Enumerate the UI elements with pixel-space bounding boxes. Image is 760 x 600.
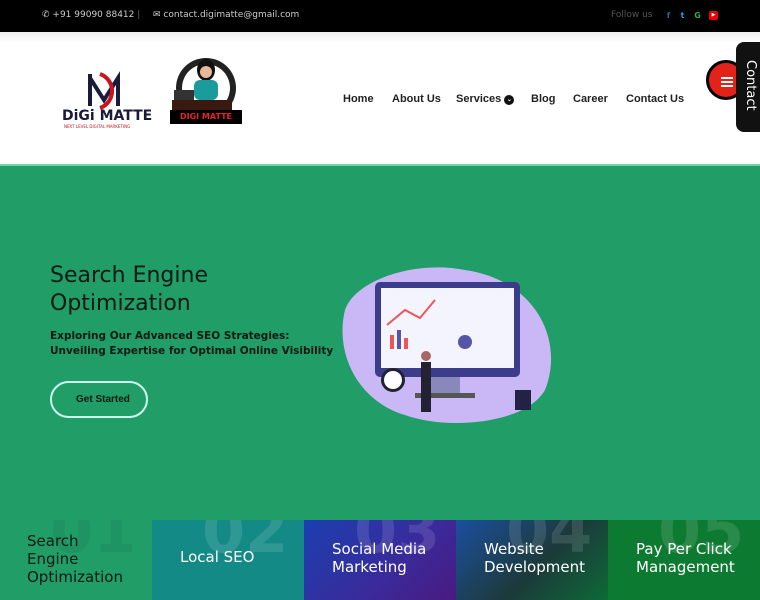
email-contact[interactable]: ✉ contact.digimatte@gmail.com bbox=[153, 10, 299, 20]
tile-local-seo[interactable]: 02 Local SEO bbox=[152, 520, 304, 600]
twitter-icon[interactable]: t bbox=[678, 11, 687, 20]
service-tiles: 01 Search Engine Optimization 02 Local SEO 0… bbox=[0, 520, 760, 600]
nav-services[interactable]: Services ⌄ bbox=[456, 93, 515, 105]
hero-title: Search Engine Optimization bbox=[50, 263, 208, 316]
contact-side-tab[interactable]: Contact bbox=[736, 42, 760, 132]
hero-subtitle: Exploring Our Advanced SEO Strategies: Un… bbox=[50, 330, 334, 357]
youtube-icon[interactable]: ▶ bbox=[709, 11, 718, 20]
nav-blog[interactable]: Blog bbox=[531, 93, 555, 105]
nav-about-us[interactable]: About Us bbox=[392, 93, 441, 105]
mascot-logo: DIGI MATTE bbox=[168, 54, 242, 126]
get-started-button[interactable]: Get Started bbox=[50, 381, 148, 418]
follow-us-label: Follow us bbox=[611, 10, 653, 20]
nav-career[interactable]: Career bbox=[573, 93, 608, 105]
phone-contact[interactable]: ✆ +91 99090 88412 | bbox=[42, 10, 140, 20]
tile-seo[interactable]: 01 Search Engine Optimization bbox=[0, 520, 152, 600]
google-icon[interactable]: G bbox=[693, 11, 702, 20]
seo-illustration bbox=[335, 250, 555, 434]
chevron-down-icon: ⌄ bbox=[504, 95, 515, 105]
hamburger-icon bbox=[721, 77, 733, 79]
facebook-icon[interactable]: f bbox=[664, 11, 673, 20]
top-bar: ✆ +91 99090 88412 | ✉ contact.digimatte@… bbox=[0, 0, 760, 32]
nav-contact-us[interactable]: Contact Us bbox=[626, 93, 684, 105]
tile-ppc[interactable]: 05 Pay Per Click Management bbox=[608, 520, 760, 600]
tile-social-media[interactable]: 03 Social Media Marketing bbox=[304, 520, 456, 600]
logo[interactable]: DiGi MATTE NEXT LEVEL DIGITAL MARKETING bbox=[60, 70, 156, 130]
nav-home[interactable]: Home bbox=[343, 93, 374, 105]
tile-website-dev[interactable]: 04 Website Development bbox=[456, 520, 608, 600]
